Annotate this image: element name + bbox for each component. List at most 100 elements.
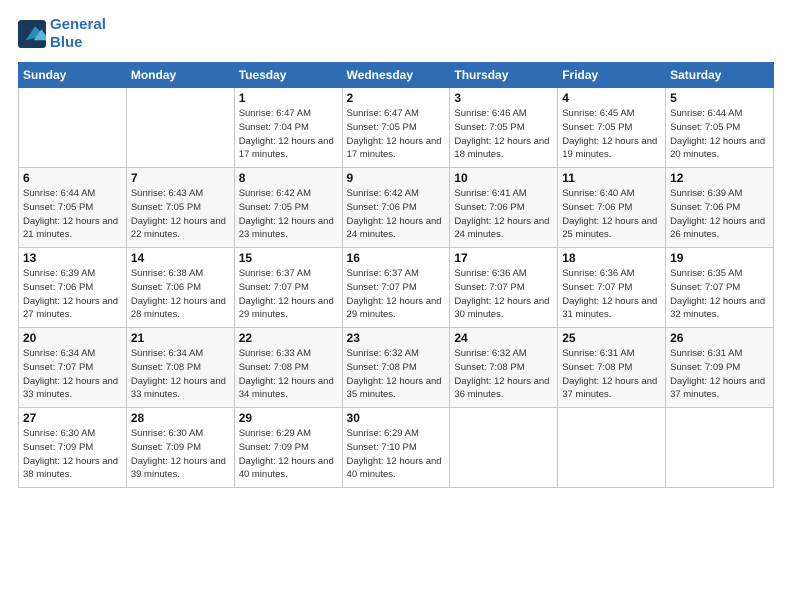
weekday-header-monday: Monday	[126, 63, 234, 88]
calendar-cell: 28 Sunrise: 6:30 AMSunset: 7:09 PMDayligh…	[126, 408, 234, 488]
calendar-cell: 16 Sunrise: 6:37 AMSunset: 7:07 PMDayligh…	[342, 248, 450, 328]
calendar-cell: 4 Sunrise: 6:45 AMSunset: 7:05 PMDaylight…	[558, 88, 666, 168]
day-info: Sunrise: 6:44 AMSunset: 7:05 PMDaylight:…	[23, 187, 122, 242]
weekday-header-sunday: Sunday	[19, 63, 127, 88]
day-number: 3	[454, 91, 553, 105]
day-info: Sunrise: 6:43 AMSunset: 7:05 PMDaylight:…	[131, 187, 230, 242]
day-info: Sunrise: 6:45 AMSunset: 7:05 PMDaylight:…	[562, 107, 661, 162]
day-number: 16	[347, 251, 446, 265]
day-info: Sunrise: 6:32 AMSunset: 7:08 PMDaylight:…	[347, 347, 446, 402]
day-number: 26	[670, 331, 769, 345]
calendar-week-4: 20 Sunrise: 6:34 AMSunset: 7:07 PMDayligh…	[19, 328, 774, 408]
day-number: 28	[131, 411, 230, 425]
day-info: Sunrise: 6:31 AMSunset: 7:08 PMDaylight:…	[562, 347, 661, 402]
day-number: 10	[454, 171, 553, 185]
calendar-cell: 3 Sunrise: 6:46 AMSunset: 7:05 PMDaylight…	[450, 88, 558, 168]
day-number: 15	[239, 251, 338, 265]
day-info: Sunrise: 6:34 AMSunset: 7:08 PMDaylight:…	[131, 347, 230, 402]
day-info: Sunrise: 6:42 AMSunset: 7:06 PMDaylight:…	[347, 187, 446, 242]
weekday-header-wednesday: Wednesday	[342, 63, 450, 88]
calendar-cell: 6 Sunrise: 6:44 AMSunset: 7:05 PMDaylight…	[19, 168, 127, 248]
day-number: 7	[131, 171, 230, 185]
day-number: 24	[454, 331, 553, 345]
day-info: Sunrise: 6:42 AMSunset: 7:05 PMDaylight:…	[239, 187, 338, 242]
day-number: 19	[670, 251, 769, 265]
day-info: Sunrise: 6:30 AMSunset: 7:09 PMDaylight:…	[131, 427, 230, 482]
day-info: Sunrise: 6:36 AMSunset: 7:07 PMDaylight:…	[454, 267, 553, 322]
calendar-cell: 9 Sunrise: 6:42 AMSunset: 7:06 PMDaylight…	[342, 168, 450, 248]
day-number: 22	[239, 331, 338, 345]
calendar-cell: 12 Sunrise: 6:39 AMSunset: 7:06 PMDayligh…	[666, 168, 774, 248]
calendar-cell: 13 Sunrise: 6:39 AMSunset: 7:06 PMDayligh…	[19, 248, 127, 328]
calendar-cell: 21 Sunrise: 6:34 AMSunset: 7:08 PMDayligh…	[126, 328, 234, 408]
day-number: 13	[23, 251, 122, 265]
calendar-week-2: 6 Sunrise: 6:44 AMSunset: 7:05 PMDaylight…	[19, 168, 774, 248]
calendar-cell: 26 Sunrise: 6:31 AMSunset: 7:09 PMDayligh…	[666, 328, 774, 408]
day-number: 8	[239, 171, 338, 185]
day-info: Sunrise: 6:38 AMSunset: 7:06 PMDaylight:…	[131, 267, 230, 322]
calendar-cell: 18Sunrise: 6:36 AMSunset: 7:07 PMDayligh…	[558, 248, 666, 328]
calendar-cell: 10Sunrise: 6:41 AMSunset: 7:06 PMDayligh…	[450, 168, 558, 248]
calendar-cell	[450, 408, 558, 488]
logo-icon	[18, 20, 46, 48]
day-number: 4	[562, 91, 661, 105]
day-number: 29	[239, 411, 338, 425]
day-number: 5	[670, 91, 769, 105]
calendar-table: SundayMondayTuesdayWednesdayThursdayFrid…	[18, 62, 774, 488]
day-number: 30	[347, 411, 446, 425]
day-number: 20	[23, 331, 122, 345]
day-info: Sunrise: 6:29 AMSunset: 7:10 PMDaylight:…	[347, 427, 446, 482]
day-info: Sunrise: 6:47 AMSunset: 7:04 PMDaylight:…	[239, 107, 338, 162]
day-info: Sunrise: 6:46 AMSunset: 7:05 PMDaylight:…	[454, 107, 553, 162]
calendar-cell: 27Sunrise: 6:30 AMSunset: 7:09 PMDayligh…	[19, 408, 127, 488]
day-number: 23	[347, 331, 446, 345]
calendar-cell: 7 Sunrise: 6:43 AMSunset: 7:05 PMDaylight…	[126, 168, 234, 248]
day-number: 17	[454, 251, 553, 265]
header: General Blue	[18, 16, 774, 52]
day-info: Sunrise: 6:37 AMSunset: 7:07 PMDaylight:…	[347, 267, 446, 322]
day-info: Sunrise: 6:39 AMSunset: 7:06 PMDaylight:…	[23, 267, 122, 322]
day-number: 12	[670, 171, 769, 185]
logo: General Blue	[18, 16, 106, 52]
calendar-week-1: 1Sunrise: 6:47 AMSunset: 7:04 PMDaylight…	[19, 88, 774, 168]
calendar-cell	[558, 408, 666, 488]
day-info: Sunrise: 6:37 AMSunset: 7:07 PMDaylight:…	[239, 267, 338, 322]
calendar-cell: 25 Sunrise: 6:31 AMSunset: 7:08 PMDayligh…	[558, 328, 666, 408]
day-number: 11	[562, 171, 661, 185]
calendar-cell	[19, 88, 127, 168]
calendar-cell	[666, 408, 774, 488]
calendar-cell: 23 Sunrise: 6:32 AMSunset: 7:08 PMDayligh…	[342, 328, 450, 408]
day-info: Sunrise: 6:30 AMSunset: 7:09 PMDaylight:…	[23, 427, 122, 482]
day-info: Sunrise: 6:35 AMSunset: 7:07 PMDaylight:…	[670, 267, 769, 322]
day-info: Sunrise: 6:44 AMSunset: 7:05 PMDaylight:…	[670, 107, 769, 162]
day-info: Sunrise: 6:32 AMSunset: 7:08 PMDaylight:…	[454, 347, 553, 402]
calendar-cell: 2Sunrise: 6:47 AMSunset: 7:05 PMDaylight…	[342, 88, 450, 168]
weekday-header-saturday: Saturday	[666, 63, 774, 88]
calendar-cell: 17 Sunrise: 6:36 AMSunset: 7:07 PMDayligh…	[450, 248, 558, 328]
weekday-header-friday: Friday	[558, 63, 666, 88]
calendar-cell: 29Sunrise: 6:29 AMSunset: 7:09 PMDayligh…	[234, 408, 342, 488]
day-info: Sunrise: 6:31 AMSunset: 7:09 PMDaylight:…	[670, 347, 769, 402]
day-number: 25	[562, 331, 661, 345]
calendar-cell: 22 Sunrise: 6:33 AMSunset: 7:08 PMDayligh…	[234, 328, 342, 408]
day-number: 9	[347, 171, 446, 185]
day-info: Sunrise: 6:47 AMSunset: 7:05 PMDaylight:…	[347, 107, 446, 162]
day-info: Sunrise: 6:34 AMSunset: 7:07 PMDaylight:…	[23, 347, 122, 402]
calendar-cell: 30 Sunrise: 6:29 AMSunset: 7:10 PMDayligh…	[342, 408, 450, 488]
day-number: 14	[131, 251, 230, 265]
calendar-page: General Blue SundayMondayTuesdayWednesda…	[0, 0, 792, 612]
day-number: 18	[562, 251, 661, 265]
calendar-cell	[126, 88, 234, 168]
calendar-week-5: 27Sunrise: 6:30 AMSunset: 7:09 PMDayligh…	[19, 408, 774, 488]
calendar-cell: 20 Sunrise: 6:34 AMSunset: 7:07 PMDayligh…	[19, 328, 127, 408]
day-info: Sunrise: 6:33 AMSunset: 7:08 PMDaylight:…	[239, 347, 338, 402]
weekday-header-tuesday: Tuesday	[234, 63, 342, 88]
day-number: 21	[131, 331, 230, 345]
calendar-cell: 5 Sunrise: 6:44 AMSunset: 7:05 PMDaylight…	[666, 88, 774, 168]
calendar-cell: 15 Sunrise: 6:37 AMSunset: 7:07 PMDayligh…	[234, 248, 342, 328]
calendar-cell: 24 Sunrise: 6:32 AMSunset: 7:08 PMDayligh…	[450, 328, 558, 408]
weekday-header-row: SundayMondayTuesdayWednesdayThursdayFrid…	[19, 63, 774, 88]
day-info: Sunrise: 6:39 AMSunset: 7:06 PMDaylight:…	[670, 187, 769, 242]
day-number: 6	[23, 171, 122, 185]
weekday-header-thursday: Thursday	[450, 63, 558, 88]
